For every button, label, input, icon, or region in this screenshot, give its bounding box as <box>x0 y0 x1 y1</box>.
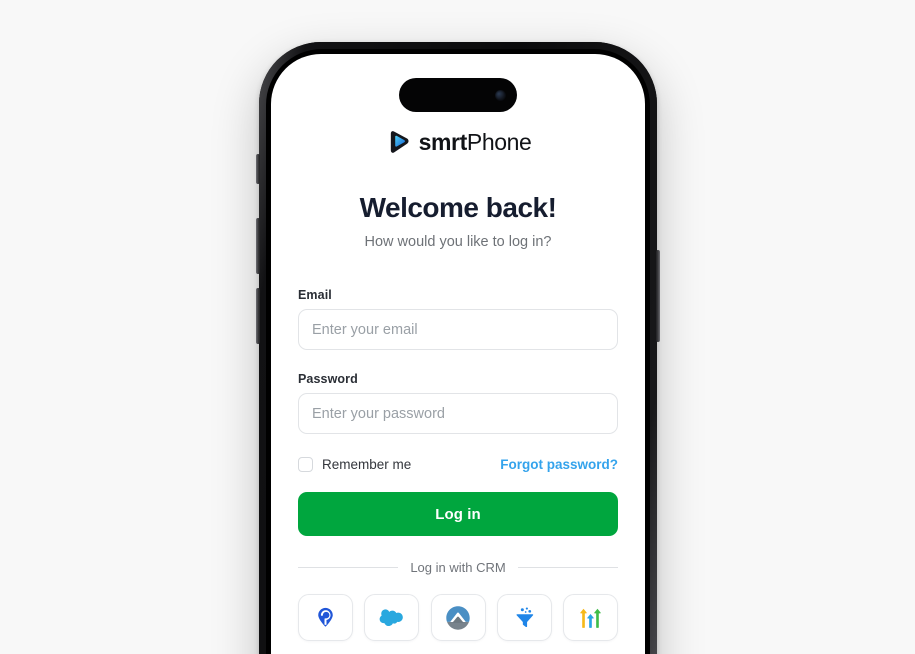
crm-provider-highlevel[interactable] <box>563 594 618 641</box>
login-screen: smrtPhone Welcome back! How would you li… <box>271 54 645 641</box>
forgot-password-link[interactable]: Forgot password? <box>500 457 618 472</box>
funnel-icon <box>516 607 533 627</box>
brand-wordmark: smrtPhone <box>418 128 532 155</box>
volume-up-button[interactable] <box>256 218 260 274</box>
phone-screen: smrtPhone Welcome back! How would you li… <box>271 54 645 654</box>
crm-divider-label: Log in with CRM <box>410 560 506 575</box>
power-button[interactable] <box>656 250 660 342</box>
password-field-group: Password <box>298 372 618 434</box>
email-input[interactable] <box>298 309 618 350</box>
crm-provider-keap[interactable] <box>496 594 552 641</box>
volume-down-button[interactable] <box>256 288 260 344</box>
phone-device: smrtPhone Welcome back! How would you li… <box>256 42 660 654</box>
salesforce-cloud-icon <box>379 609 404 626</box>
brand-name-bold: smrt <box>418 128 468 155</box>
page-subtitle: How would you like to log in? <box>364 234 552 250</box>
brand-name-regular: Phone <box>466 128 532 155</box>
crm-provider-ascendix[interactable] <box>430 594 486 641</box>
page-title: Welcome back! <box>359 192 557 223</box>
remember-me-label: Remember me <box>322 457 412 472</box>
email-label: Email <box>298 288 332 302</box>
login-button[interactable]: Log in <box>298 492 618 536</box>
remember-me-control[interactable]: Remember me <box>298 457 411 472</box>
crm-divider: Log in with CRM <box>298 560 618 575</box>
smrtphone-play-logo-icon <box>390 131 409 153</box>
mountain-circle-icon <box>446 605 470 630</box>
email-field-group: Email <box>298 288 618 350</box>
remember-me-checkbox[interactable] <box>298 457 313 472</box>
three-arrows-icon <box>580 608 601 628</box>
password-input[interactable] <box>298 393 618 434</box>
divider-line-right <box>517 567 618 568</box>
silence-switch-button[interactable] <box>256 154 260 184</box>
screenshot-stage: smrtPhone Welcome back! How would you li… <box>0 0 915 654</box>
crm-provider-podio[interactable] <box>298 594 353 641</box>
divider-line-left <box>298 567 399 568</box>
brand-logo: smrtPhone <box>298 128 618 156</box>
password-label: Password <box>298 372 358 386</box>
crm-provider-salesforce[interactable] <box>364 594 420 641</box>
form-options-row: Remember me Forgot password? <box>298 457 618 472</box>
podio-pin-icon <box>318 607 333 627</box>
crm-provider-list <box>298 594 618 641</box>
